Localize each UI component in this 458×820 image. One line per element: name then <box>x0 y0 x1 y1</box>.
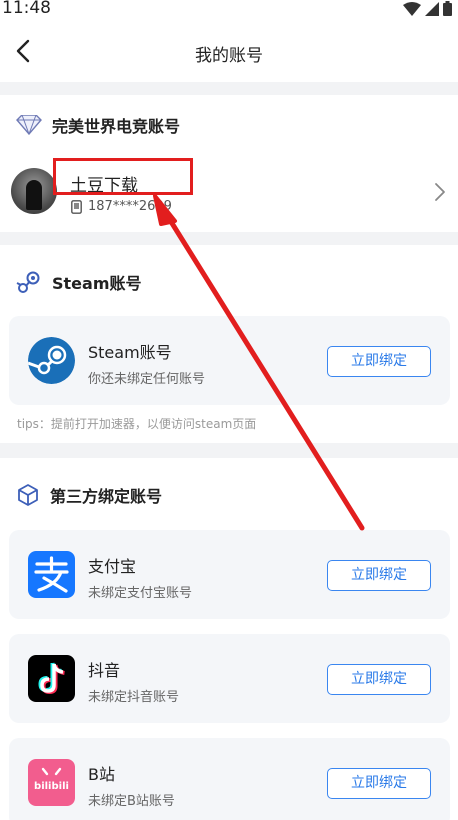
status-bar: 11:48 <box>0 0 458 22</box>
phone-icon <box>71 200 82 214</box>
battery-icon <box>443 1 452 16</box>
douyin-card: 抖音 未绑定抖音账号 立即绑定 <box>9 634 450 723</box>
bilibili-logo-text: bilibili <box>34 781 69 792</box>
bilibili-card: bilibili B站 未绑定B站账号 立即绑定 <box>9 738 450 820</box>
alipay-name: 支付宝 <box>88 557 137 576</box>
third-party-title: 第三方绑定账号 <box>50 487 163 506</box>
cube-icon <box>18 484 38 506</box>
page-title: 我的账号 <box>195 46 263 66</box>
bilibili-desc: 未绑定B站账号 <box>88 794 175 809</box>
steam-card-desc: 你还未绑定任何账号 <box>88 372 206 387</box>
perfect-world-header: 完美世界电竞账号 <box>16 113 180 137</box>
bilibili-name: B站 <box>88 765 115 784</box>
steam-icon <box>16 271 40 293</box>
status-time: 11:48 <box>2 0 51 18</box>
signal-icon <box>425 1 439 16</box>
user-phone: 187****2609 <box>88 199 172 214</box>
bilibili-bind-button[interactable]: 立即绑定 <box>327 768 431 799</box>
steam-tips: tips：提前打开加速器，以便访问steam页面 <box>17 417 257 431</box>
steam-logo-icon <box>28 337 75 384</box>
steam-title: Steam账号 <box>52 274 142 293</box>
alipay-bind-button[interactable]: 立即绑定 <box>327 560 431 591</box>
diamond-icon <box>16 115 42 135</box>
douyin-name: 抖音 <box>88 661 121 680</box>
nav-bar: 我的账号 <box>0 22 458 82</box>
alipay-logo-icon <box>28 551 75 598</box>
third-party-header: 第三方绑定账号 <box>16 483 162 507</box>
wifi-icon <box>403 1 421 16</box>
alipay-desc: 未绑定支付宝账号 <box>88 586 193 601</box>
perfect-world-title: 完美世界电竞账号 <box>52 117 181 136</box>
avatar <box>11 168 57 214</box>
steam-bind-button[interactable]: 立即绑定 <box>327 346 431 377</box>
douyin-bind-button[interactable]: 立即绑定 <box>327 664 431 695</box>
annotation-highlight-box <box>53 158 193 195</box>
steam-card-name: Steam账号 <box>88 343 172 362</box>
steam-header: Steam账号 <box>16 269 142 295</box>
douyin-logo-icon <box>28 655 75 702</box>
alipay-card: 支付宝 未绑定支付宝账号 立即绑定 <box>9 530 450 619</box>
douyin-desc: 未绑定抖音账号 <box>88 690 180 705</box>
steam-card: Steam账号 你还未绑定任何账号 立即绑定 <box>9 316 450 405</box>
bilibili-logo-icon: bilibili <box>28 759 75 806</box>
chevron-right-icon[interactable] <box>434 182 446 202</box>
status-icons <box>403 1 452 16</box>
